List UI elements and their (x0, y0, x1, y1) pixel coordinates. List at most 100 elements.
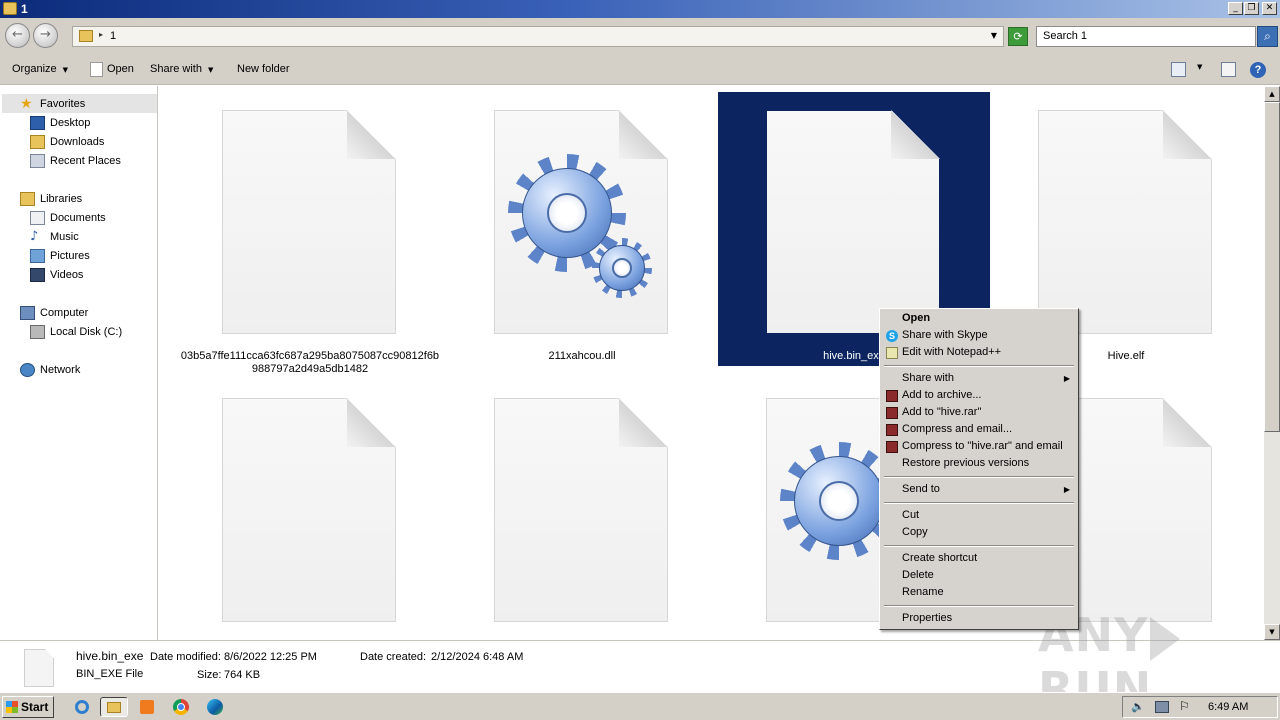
file-item[interactable] (174, 380, 446, 640)
details-created-label: Date created: (360, 651, 427, 663)
system-tray: 🔈 ⚐ (1122, 696, 1278, 718)
nav-libraries-label: Libraries (40, 193, 83, 205)
minimize-button[interactable]: _ (1228, 2, 1243, 15)
refresh-icon[interactable]: ⟳ (1008, 27, 1028, 46)
media-player-icon[interactable] (137, 697, 157, 717)
nav-computer[interactable]: Computer (20, 304, 150, 322)
blank-file-icon (766, 110, 940, 334)
new-folder-button[interactable]: New folder (237, 63, 290, 75)
menu-item-properties[interactable]: Properties (882, 610, 1076, 627)
nav-item-pictures[interactable]: Pictures (30, 247, 150, 265)
nav-item-recent-places[interactable]: Recent Places (30, 152, 150, 170)
file-item[interactable]: 211xahcou.dll (446, 92, 718, 366)
menu-item-share-skype[interactable]: S Share with Skype (882, 327, 1076, 344)
menu-item-restore-versions[interactable]: Restore previous versions (882, 455, 1076, 472)
menu-item-share-with[interactable]: Share with ▶ (882, 370, 1076, 387)
close-button[interactable]: ✕ (1262, 2, 1277, 15)
breadcrumb-arrow-icon[interactable]: ▸ (99, 30, 103, 39)
pictures-icon (30, 249, 45, 263)
folder-icon (107, 702, 121, 713)
menu-item-add-archive[interactable]: Add to archive... (882, 387, 1076, 404)
menu-separator (884, 605, 1074, 607)
menu-item-edit-notepad[interactable]: Edit with Notepad++ (882, 344, 1076, 361)
taskbar: Start 🔈 ⚐ 6:49 AM (0, 692, 1280, 720)
nav-favorites[interactable]: ★ Favorites (20, 95, 150, 113)
internet-explorer-icon[interactable] (72, 697, 92, 717)
help-icon[interactable]: ? (1250, 62, 1266, 78)
vertical-scrollbar[interactable]: ▲ ▼ (1264, 86, 1280, 640)
blank-file-icon (1038, 110, 1212, 334)
address-field[interactable]: ▸ 1 ▼ (72, 26, 1004, 47)
submenu-arrow-icon: ▶ (1063, 485, 1070, 494)
nav-item-videos[interactable]: Videos (30, 266, 150, 284)
address-bar-row: ← → ▸ 1 ▼ ⟳ Search 1 ⌕ (0, 18, 1280, 55)
menu-item-label: Properties (902, 612, 953, 624)
nav-item-label: Videos (50, 269, 84, 281)
winrar-icon (886, 407, 898, 419)
windows-logo-icon (6, 701, 18, 713)
skype-icon: S (886, 330, 898, 342)
file-list: 03b5a7ffe111cca63fc687a295ba8075087cc908… (160, 86, 1264, 640)
network-tray-icon[interactable] (1155, 701, 1169, 713)
context-menu: Open S Share with Skype Edit with Notepa… (879, 308, 1079, 630)
menu-item-label: Copy (902, 526, 928, 538)
menu-item-compress-rar-email[interactable]: Compress to "hive.rar" and email (882, 438, 1076, 455)
nav-item-local-disk[interactable]: Local Disk (C:) (30, 323, 150, 341)
menu-item-add-rar[interactable]: Add to "hive.rar" (882, 404, 1076, 421)
search-icon[interactable]: ⌕ (1257, 26, 1278, 47)
start-button[interactable]: Start (2, 696, 54, 718)
back-button[interactable]: ← (5, 23, 30, 48)
view-dropdown-icon[interactable]: ▼ (1197, 63, 1202, 71)
nav-libraries[interactable]: Libraries (20, 190, 150, 208)
menu-item-create-shortcut[interactable]: Create shortcut (882, 550, 1076, 567)
breadcrumb-path[interactable]: 1 (110, 30, 116, 42)
menu-item-open[interactable]: Open (882, 310, 1076, 327)
explorer-taskbar-button[interactable] (100, 697, 128, 717)
file-name: 03b5a7ffe111cca63fc687a295ba8075087cc908… (180, 350, 440, 375)
nav-computer-label: Computer (40, 307, 89, 319)
menu-item-label: Restore previous versions (902, 457, 1030, 469)
network-icon (20, 363, 35, 377)
address-dropdown-icon[interactable]: ▼ (991, 31, 997, 40)
menu-item-copy[interactable]: Copy (882, 524, 1076, 541)
menu-item-delete[interactable]: Delete (882, 567, 1076, 584)
share-with-label: Share with (150, 63, 202, 75)
music-icon: ♪ (30, 229, 39, 244)
winrar-icon (886, 424, 898, 436)
nav-item-desktop[interactable]: Desktop (30, 114, 150, 132)
edge-icon[interactable] (205, 697, 225, 717)
nav-item-documents[interactable]: Documents (30, 209, 150, 227)
menu-item-rename[interactable]: Rename (882, 584, 1076, 601)
action-center-flag-icon[interactable]: ⚐ (1179, 699, 1190, 713)
organize-button[interactable]: Organize ▼ (12, 63, 68, 75)
menu-item-cut[interactable]: Cut (882, 507, 1076, 524)
menu-item-send-to[interactable]: Send to ▶ (882, 481, 1076, 498)
nav-item-downloads[interactable]: Downloads (30, 133, 150, 151)
menu-item-compress-email[interactable]: Compress and email... (882, 421, 1076, 438)
start-label: Start (21, 700, 49, 714)
nav-network[interactable]: Network (20, 361, 150, 379)
forward-button[interactable]: → (33, 23, 58, 48)
scroll-down-icon[interactable]: ▼ (1264, 624, 1280, 640)
computer-icon (20, 306, 35, 320)
nav-item-music[interactable]: ♪ Music (30, 228, 150, 246)
nav-item-label: Music (50, 231, 79, 243)
view-options-icon[interactable] (1171, 62, 1186, 77)
clock[interactable]: 6:49 AM (1208, 701, 1248, 713)
file-item[interactable]: 03b5a7ffe111cca63fc687a295ba8075087cc908… (174, 92, 446, 375)
navigation-pane: ★ Favorites Desktop Downloads Recent Pla… (0, 86, 158, 640)
restore-button[interactable]: ❐ (1244, 2, 1259, 15)
scroll-thumb[interactable] (1264, 102, 1280, 432)
chrome-icon[interactable] (171, 697, 191, 717)
preview-pane-icon[interactable] (1221, 62, 1236, 77)
search-input[interactable]: Search 1 (1036, 26, 1256, 47)
nav-item-label: Pictures (50, 250, 90, 262)
open-button[interactable]: Open (107, 63, 134, 75)
share-with-button[interactable]: Share with ▼ (150, 63, 213, 75)
scroll-up-icon[interactable]: ▲ (1264, 86, 1280, 102)
nav-item-label: Downloads (50, 136, 105, 148)
menu-item-label: Add to archive... (902, 389, 982, 401)
chevron-down-icon: ▼ (62, 66, 69, 74)
file-item[interactable] (446, 380, 718, 640)
volume-icon[interactable]: 🔈 (1131, 700, 1145, 713)
